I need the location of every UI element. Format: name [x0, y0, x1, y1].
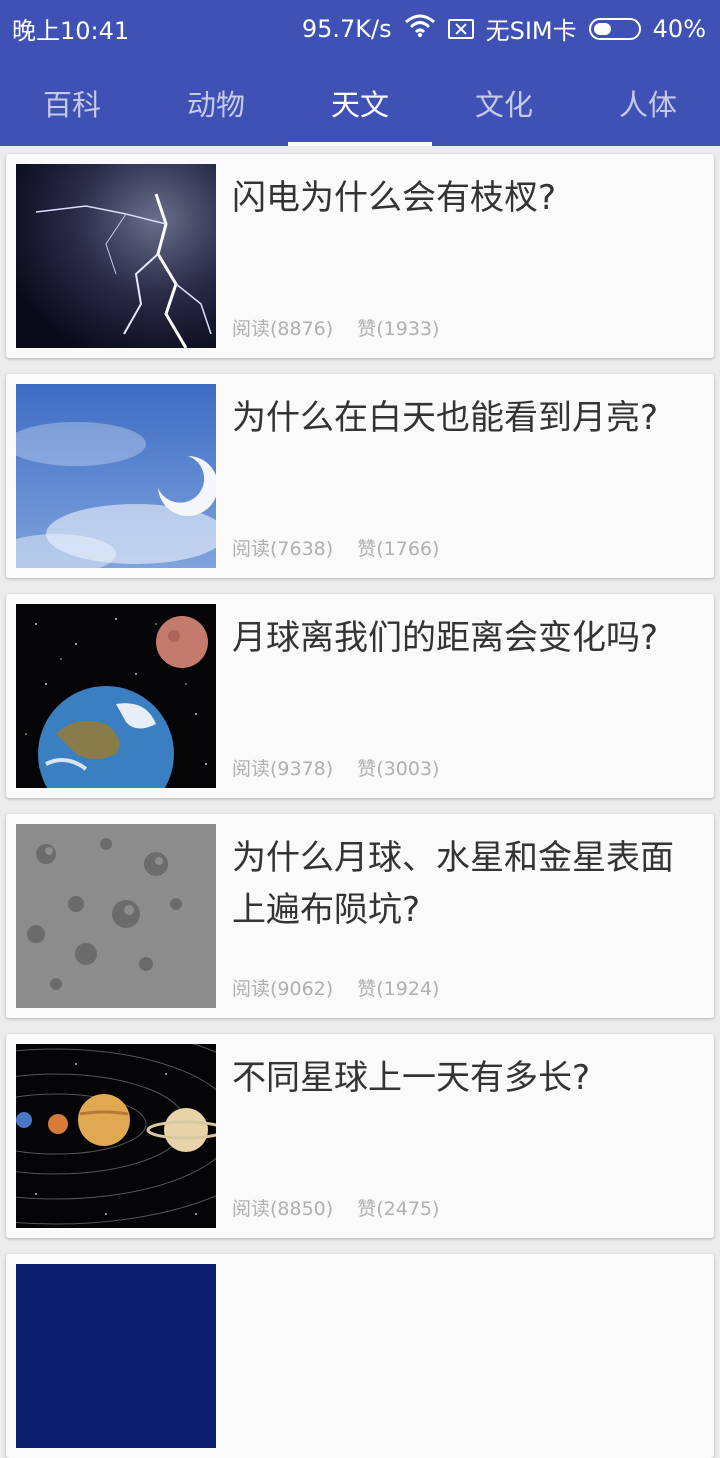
status-bar: 晚上10:41 95.7K/s 无SIM卡 40%	[0, 0, 720, 52]
article-meta: 阅读(8850) 赞(2475)	[232, 1194, 457, 1221]
article-title: 不同星球上一天有多长?	[232, 1058, 591, 1098]
article-thumbnail	[16, 604, 216, 788]
article-thumbnail	[16, 164, 216, 348]
article-title: 为什么在白天也能看到月亮?	[232, 398, 659, 438]
read-count: 阅读(9378)	[232, 758, 334, 780]
category-tabs: 百科 动物 天文 文化 人体	[0, 72, 720, 146]
no-sim-icon	[447, 18, 474, 39]
read-count: 阅读(8850)	[232, 1198, 334, 1220]
article-card[interactable]: 闪电为什么会有枝杈? 阅读(8876) 赞(1933)	[6, 154, 714, 358]
article-title: 闪电为什么会有枝杈?	[232, 178, 557, 218]
tab-indicator	[288, 142, 432, 146]
like-count: 赞(1924)	[357, 978, 440, 1000]
article-card[interactable]: 月球离我们的距离会变化吗? 阅读(9378) 赞(3003)	[6, 594, 714, 798]
tab-label: 动物	[186, 88, 245, 122]
tab-astronomy[interactable]: 天文	[288, 72, 432, 146]
article-card[interactable]: 为什么月球、水星和金星表面上遍布陨坑? 阅读(9062) 赞(1924)	[6, 814, 714, 1018]
article-thumbnail	[16, 384, 216, 568]
article-thumbnail	[16, 1264, 216, 1448]
network-speed: 95.7K/s	[301, 14, 392, 43]
status-time: 晚上10:41	[12, 17, 130, 45]
tab-label: 百科	[42, 88, 101, 122]
tab-label: 人体	[618, 88, 677, 122]
article-meta: 阅读(8876) 赞(1933)	[232, 314, 457, 341]
like-count: 赞(2475)	[357, 1198, 440, 1220]
article-meta: 阅读(7638) 赞(1766)	[232, 534, 457, 561]
wifi-icon	[404, 14, 436, 44]
tab-animals[interactable]: 动物	[144, 72, 288, 146]
tab-culture[interactable]: 文化	[432, 72, 576, 146]
status-indicators: 95.7K/s 无SIM卡 40%	[290, 11, 706, 46]
like-count: 赞(3003)	[357, 758, 440, 780]
article-title: 为什么月球、水星和金星表面上遍布陨坑?	[232, 838, 674, 930]
tab-baike[interactable]: 百科	[0, 72, 144, 146]
like-count: 赞(1933)	[357, 318, 440, 340]
battery-percent: 40%	[652, 14, 706, 43]
tab-label: 天文	[330, 88, 389, 122]
article-meta: 阅读(9378) 赞(3003)	[232, 754, 457, 781]
article-thumbnail	[16, 824, 216, 1008]
article-title: 月球离我们的距离会变化吗?	[232, 618, 659, 658]
read-count: 阅读(7638)	[232, 538, 334, 560]
article-card-partial[interactable]	[6, 1254, 714, 1458]
article-thumbnail	[16, 1044, 216, 1228]
article-card[interactable]: 不同星球上一天有多长? 阅读(8850) 赞(2475)	[6, 1034, 714, 1238]
battery-level	[593, 22, 611, 35]
article-meta: 阅读(9062) 赞(1924)	[232, 974, 457, 1001]
read-count: 阅读(9062)	[232, 978, 334, 1000]
tab-human-body[interactable]: 人体	[576, 72, 720, 146]
battery-icon	[588, 17, 641, 40]
tab-label: 文化	[474, 88, 533, 122]
like-count: 赞(1766)	[357, 538, 440, 560]
read-count: 阅读(8876)	[232, 318, 334, 340]
article-card[interactable]: 为什么在白天也能看到月亮? 阅读(7638) 赞(1766)	[6, 374, 714, 578]
app-header: 晚上10:41 95.7K/s 无SIM卡 40% 百科 动物 天文 文化 人体	[0, 0, 720, 146]
sim-status: 无SIM卡	[485, 17, 577, 45]
